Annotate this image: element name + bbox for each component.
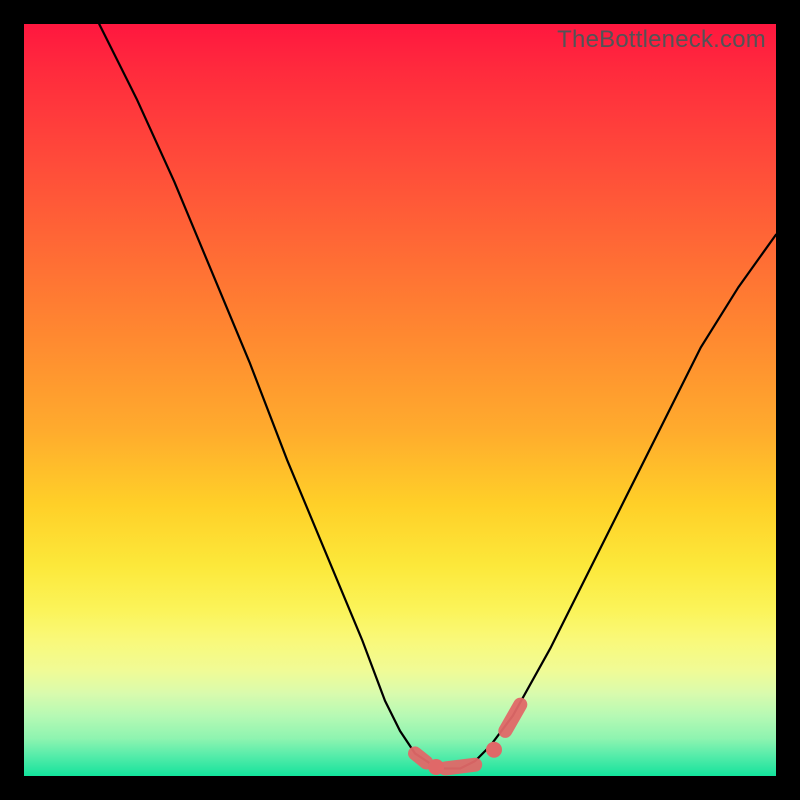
marker-group (415, 705, 520, 775)
bottleneck-curve (99, 24, 776, 769)
curve-marker-segment (505, 705, 520, 731)
curve-layer (24, 24, 776, 776)
outer-frame: TheBottleneck.com (0, 0, 800, 800)
curve-marker-segment (415, 753, 426, 762)
curve-marker-dot (486, 742, 502, 758)
curve-marker-segment (445, 765, 475, 769)
plot-area: TheBottleneck.com (24, 24, 776, 776)
